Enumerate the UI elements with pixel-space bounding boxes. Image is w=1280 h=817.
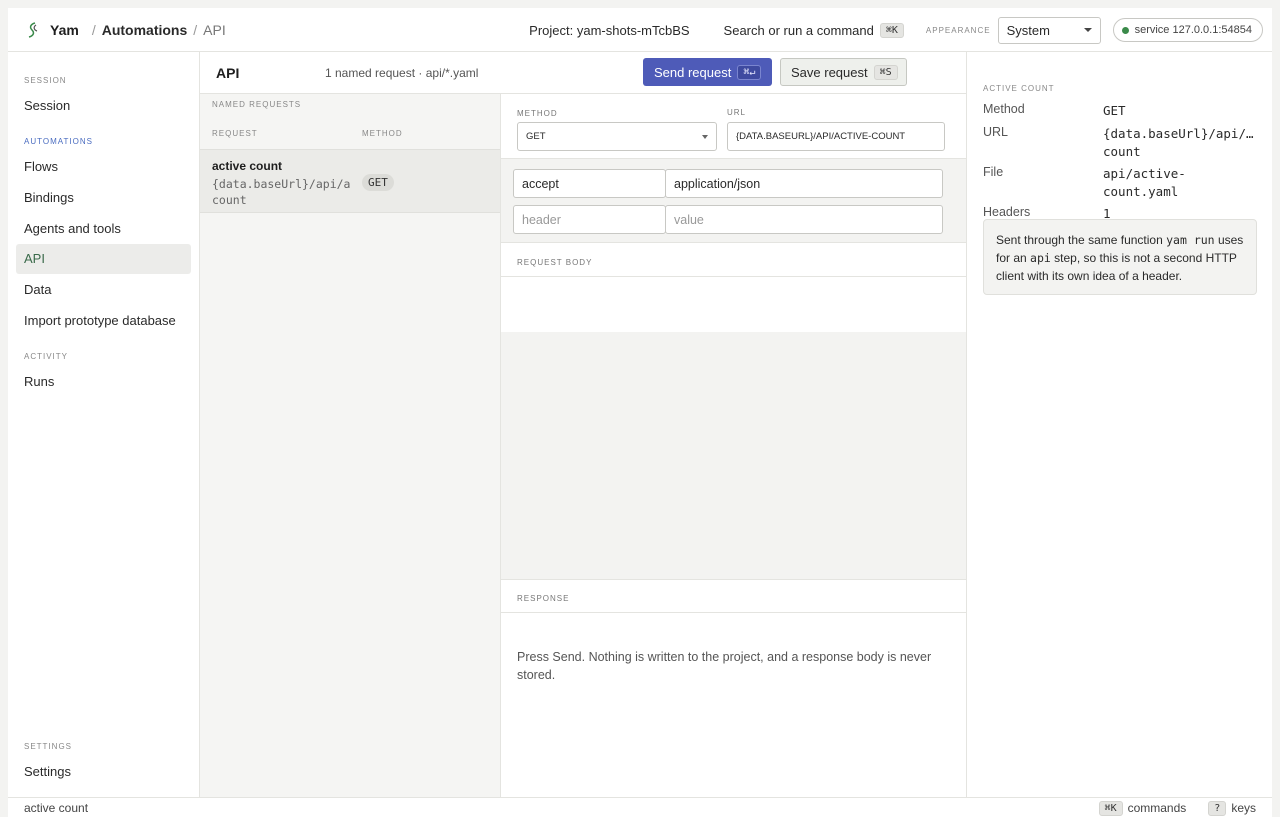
command-search-label: Search or run a command [723,22,874,38]
table-row[interactable]: active count {data.baseUrl}/api/a count … [200,149,500,213]
inspector-file-line: count.yaml [1103,184,1179,199]
project-name[interactable]: Project: yam-shots-mTcbBS [529,23,689,38]
new-header-name-input[interactable]: header [513,205,666,234]
sidebar-section-settings: SETTINGS [24,742,73,751]
sidebar-item-data[interactable]: Data [16,275,191,305]
method-badge: GET [362,174,394,191]
inspector-panel: ACTIVE COUNT Method GET URL {data.baseUr… [966,52,1272,797]
request-body-label: REQUEST BODY [517,258,593,267]
status-selection: active count [24,800,89,815]
page-title: API [216,64,240,81]
brand-name: Yam [50,21,79,38]
inspector-file-line: api/active- [1103,166,1186,181]
value-placeholder: value [674,212,704,227]
breadcrumb-separator: / [91,21,96,38]
commands-label[interactable]: commands [1128,801,1187,815]
breadcrumb-separator: / [193,21,198,38]
save-request-button[interactable]: Save request ⌘S [780,58,907,86]
inspector-url-line: count [1103,144,1141,159]
inspector-url-value: {data.baseUrl}/api/… count [1103,125,1254,161]
send-request-button[interactable]: Send request ⌘↵ [643,58,772,86]
response-placeholder-text: Press Send. Nothing is written to the pr… [517,650,932,682]
url-input[interactable]: {DATA.BASEURL}/API/ACTIVE-COUNT [727,122,945,151]
sidebar-item-api[interactable]: API [16,244,191,274]
sidebar-item-runs[interactable]: Runs [16,367,191,397]
named-requests-heading: NAMED REQUESTS [212,100,302,109]
status-shortcuts: ⌘K commands ? keys [1093,798,1272,817]
sidebar-item-bindings[interactable]: Bindings [16,183,191,213]
page-subtitle: 1 named request · api/*.yaml [325,65,479,80]
note-text: Sent through the same function [996,233,1163,247]
column-header-method: METHOD [362,129,403,138]
sidebar: SESSION Session AUTOMATIONS Flows Bindin… [8,52,200,797]
request-url-line: {data.baseUrl}/api/a [212,177,351,191]
sidebar-section-session: SESSION [24,76,67,85]
inspector-heading: ACTIVE COUNT [983,84,1055,93]
request-body-editor[interactable] [501,277,966,332]
service-status-badge[interactable]: service 127.0.0.1:54854 [1112,18,1263,42]
header-value-input[interactable]: application/json [665,169,943,198]
header-name-input[interactable]: accept [513,169,666,198]
app-window: Yam / Automations / API Project: yam-sho… [8,8,1272,817]
send-request-shortcut: ⌘↵ [737,64,762,80]
method-label: METHOD [517,109,558,118]
header-placeholder: header [522,212,561,227]
breadcrumb-current: API [203,21,226,38]
save-request-label: Save request [791,64,868,80]
yam-logo-icon [28,21,38,38]
note-code: api [1030,251,1051,265]
chevron-down-icon [1083,28,1092,32]
inspector-method-value: GET [1103,103,1126,118]
url-label: URL [727,108,747,117]
sidebar-item-settings[interactable]: Settings [16,757,191,787]
request-url-line: count [212,193,247,207]
inspector-note: Sent through the same function yam run u… [983,219,1257,295]
response-label: RESPONSE [517,594,570,603]
commands-shortcut: ⌘K [1098,800,1123,816]
service-address: service 127.0.0.1:54854 [1134,24,1252,36]
sidebar-section-activity: ACTIVITY [24,352,69,361]
keys-label[interactable]: keys [1231,801,1256,815]
divider [501,612,966,613]
main-panel: API 1 named request · api/*.yaml Send re… [200,52,966,797]
inspector-url-key: URL [983,125,1009,139]
brand[interactable]: Yam [26,22,79,38]
inspector-file-value: api/active- count.yaml [1103,165,1186,201]
main-header: API 1 named request · api/*.yaml Send re… [200,52,966,94]
sidebar-item-agents-and-tools[interactable]: Agents and tools [16,214,191,244]
save-request-shortcut: ⌘S [873,64,898,80]
keys-shortcut: ? [1208,800,1227,816]
sidebar-item-import-prototype-database[interactable]: Import prototype database [16,306,191,336]
sidebar-item-flows[interactable]: Flows [16,152,191,182]
request-editor: METHOD URL GET {DATA.BASEURL}/API/ACTIVE… [501,94,966,797]
top-right-controls: Project: yam-shots-mTcbBS Search or run … [529,8,1272,52]
status-bar: active count ⌘K commands ? keys [8,797,1272,817]
note-code: yam run [1166,233,1215,247]
divider [501,158,966,159]
command-search[interactable]: Search or run a command ⌘K [723,22,904,38]
chevron-down-icon [702,134,708,139]
appearance-value: System [1006,22,1050,38]
inspector-method-key: Method [983,102,1025,116]
inspector-headers-key: Headers [983,205,1031,219]
method-select[interactable]: GET [517,122,717,151]
column-header-request: REQUEST [212,129,258,138]
appearance-select[interactable]: System [997,16,1101,44]
new-header-value-input[interactable]: value [665,205,943,234]
send-request-label: Send request [654,64,732,80]
method-value: GET [526,131,546,142]
command-search-shortcut: ⌘K [879,22,904,38]
named-requests-list: NAMED REQUESTS REQUEST METHOD active cou… [200,94,501,797]
request-url: {data.baseUrl}/api/a count [212,176,357,208]
request-name: active count [212,159,283,173]
breadcrumb-automations[interactable]: Automations [102,22,188,38]
top-bar: Yam / Automations / API Project: yam-sho… [8,8,1272,52]
inspector-url-line: {data.baseUrl}/api/… [1103,126,1254,141]
status-dot-icon [1121,26,1129,34]
appearance-label: APPEARANCE [925,25,991,35]
inspector-file-key: File [983,165,1004,179]
sidebar-section-automations: AUTOMATIONS [24,137,93,146]
divider [501,242,966,243]
sidebar-item-session[interactable]: Session [16,91,191,121]
